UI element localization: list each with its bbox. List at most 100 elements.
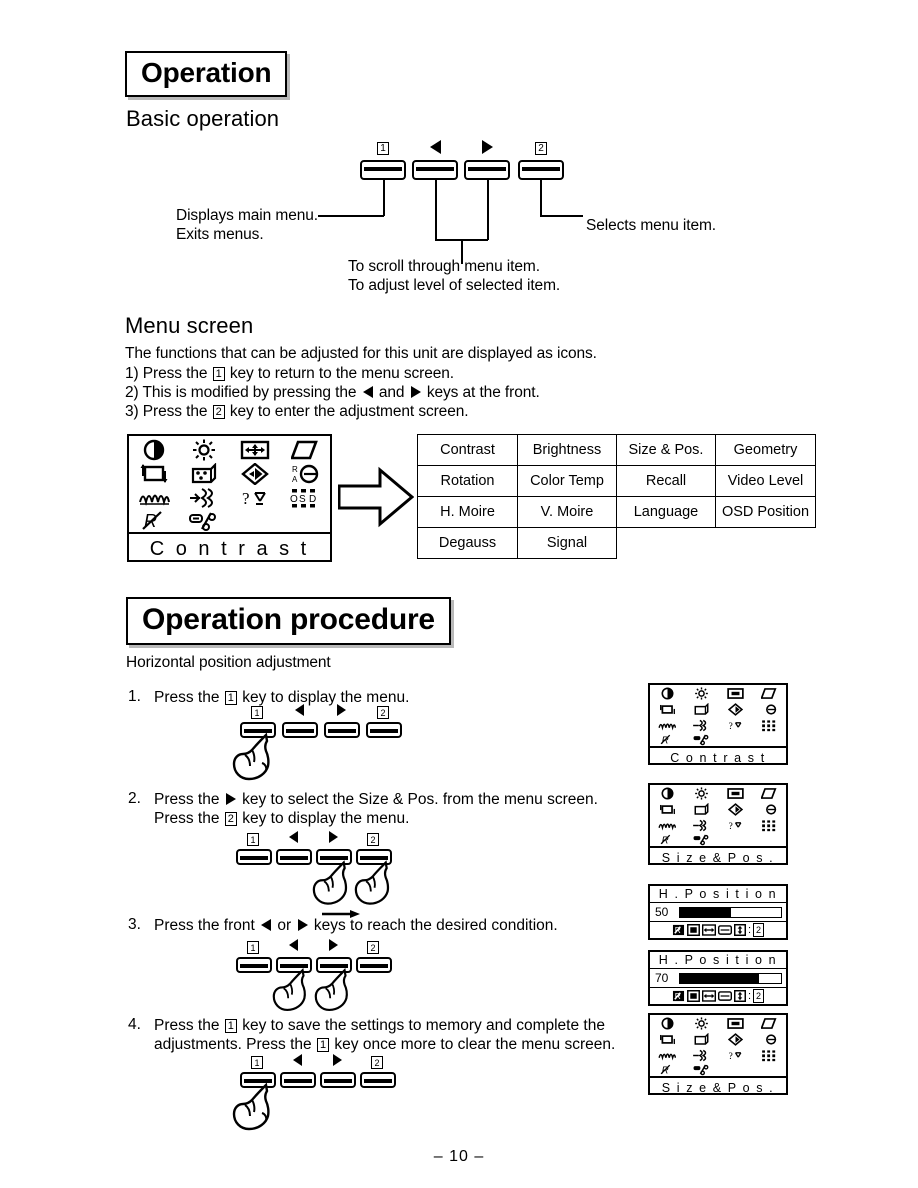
button-1[interactable] [360, 160, 406, 180]
h-position-small-icon[interactable] [686, 924, 700, 936]
adjust-panel-footer-icons: R : 2 [650, 921, 786, 938]
video-level-icon[interactable]: RA [290, 463, 320, 485]
rotation-icon[interactable] [139, 463, 169, 485]
table-cell[interactable]: Brightness [517, 434, 617, 466]
step-4-button-2[interactable] [360, 1072, 396, 1088]
osd-position-icon[interactable]: O S D [290, 487, 320, 509]
step-3-label-2: 2 [356, 940, 390, 954]
button-2[interactable] [518, 160, 564, 180]
step-3-button-1[interactable] [236, 957, 272, 973]
adjust-panel-separator: : [747, 989, 752, 1002]
table-cell[interactable]: Contrast [417, 434, 518, 466]
table-cell[interactable]: Size & Pos. [616, 434, 716, 466]
button-left[interactable] [412, 160, 458, 180]
h-position-small-icon[interactable] [686, 990, 700, 1002]
table-cell[interactable]: V. Moire [517, 496, 617, 528]
step-1-button-right[interactable] [324, 722, 360, 738]
table-cell[interactable]: Video Level [715, 465, 816, 497]
adjust-panel-title: H . P o s i t i o n [650, 886, 786, 903]
v-position-small-icon[interactable] [717, 990, 732, 1002]
result-panel-contrast[interactable]: ? R C o n t r a s t [648, 683, 788, 765]
table-cell[interactable]: Rotation [417, 465, 518, 497]
horizontal-position-heading: Horizontal position adjustment [126, 654, 331, 671]
degauss-small-icon[interactable]: R [672, 924, 685, 936]
step-4-button-row: 1 2 [232, 1054, 430, 1131]
contrast-icon [660, 1017, 675, 1030]
adjust-panel-slider[interactable] [679, 972, 782, 984]
geometry-icon[interactable] [290, 439, 319, 461]
adjust-panel-slider-fill [680, 973, 759, 983]
step-4-label-1: 1 [240, 1055, 274, 1069]
step-2-number: 2. [128, 790, 141, 807]
degauss-icon[interactable]: R [141, 510, 167, 532]
contrast-icon[interactable] [141, 439, 167, 461]
table-cell[interactable]: Language [616, 496, 716, 528]
key-right-icon [297, 919, 308, 931]
adjust-panel-h-position-70[interactable]: H . P o s i t i o n 70 R : 2 [648, 950, 788, 1006]
v-size-small-icon[interactable] [733, 924, 746, 936]
size-and-position-icon[interactable] [240, 439, 270, 461]
button-right[interactable] [464, 160, 510, 180]
v-position-small-icon[interactable] [717, 924, 732, 936]
signal-icon[interactable] [189, 510, 219, 532]
step-1-button-2[interactable] [366, 722, 402, 738]
callout-right: Selects menu item. [586, 217, 717, 234]
color-temp-icon[interactable] [189, 463, 219, 485]
table-cell[interactable]: Geometry [715, 434, 816, 466]
osd-menu-panel[interactable]: RA ? O S D C o n t r a s t [127, 434, 332, 562]
language-icon: ? [728, 1049, 743, 1062]
h-size-small-icon[interactable] [701, 924, 716, 936]
rotation-icon [659, 803, 676, 816]
callout-center: To scroll through menu item. To adjust l… [348, 257, 560, 295]
step-2-line2: Press the 2 key to display the menu. [154, 809, 598, 828]
table-cell[interactable]: Signal [517, 527, 617, 559]
step-4-line2-a: adjustments. Press the [154, 1036, 312, 1053]
brightness-icon [694, 787, 709, 800]
triangle-right-icon [336, 704, 346, 716]
degauss-small-icon[interactable]: R [672, 990, 685, 1002]
v-size-small-icon[interactable] [733, 990, 746, 1002]
triangle-left-icon [429, 140, 441, 154]
triangle-right-icon [481, 140, 493, 154]
step-3-button-row: 1 2 [236, 939, 426, 1015]
triangle-left-icon [288, 831, 298, 843]
step-4-line2-b: key once more to clear the menu screen. [334, 1036, 616, 1053]
key-2-icon: 2 [753, 923, 765, 937]
step-3-line1-mid: or [277, 917, 292, 934]
step-3-label-1: 1 [236, 940, 270, 954]
result-panel-size-pos-2[interactable]: ? R S i z e & P o s . [648, 1013, 788, 1095]
button-label-right [464, 140, 510, 157]
h-size-small-icon[interactable] [701, 990, 716, 1002]
step-2-button-1[interactable] [236, 849, 272, 865]
step-1-label-1: 1 [240, 705, 274, 719]
v-moire-icon [692, 719, 710, 732]
step-4-button-right[interactable] [320, 1072, 356, 1088]
brightness-icon[interactable] [191, 439, 217, 461]
step-2-button-left[interactable] [276, 849, 312, 865]
v-moire-icon[interactable] [188, 487, 220, 509]
result-panel-size-pos-1[interactable]: ? R S i z e & P o s . [648, 783, 788, 865]
table-cell-empty [716, 528, 816, 559]
result-panel-label: C o n t r a s t [650, 746, 786, 768]
adjust-panel-slider[interactable] [679, 906, 782, 918]
step-1-label-2: 2 [366, 705, 400, 719]
table-cell[interactable]: Degauss [417, 527, 518, 559]
table-cell[interactable]: Color Temp [517, 465, 617, 497]
svg-text:R: R [675, 991, 681, 1001]
recall-icon [727, 803, 743, 816]
recall-icon[interactable] [240, 463, 269, 485]
table-cell[interactable]: Recall [616, 465, 716, 497]
h-moire-icon [658, 719, 676, 732]
step-1-button-row: 1 2 [232, 704, 420, 785]
table-cell[interactable]: H. Moire [417, 496, 518, 528]
function-table-body: Contrast Brightness Size & Pos. Geometry… [417, 434, 816, 559]
step-4-number: 4. [128, 1016, 141, 1033]
table-cell[interactable]: OSD Position [715, 496, 816, 528]
h-moire-icon[interactable] [138, 487, 171, 509]
leader-line-left [435, 180, 437, 240]
adjust-panel-h-position-50[interactable]: H . P o s i t i o n 50 R : 2 [648, 884, 788, 940]
language-icon[interactable]: ? [241, 487, 269, 509]
geometry-icon [761, 687, 777, 700]
table-row: Degauss Signal [417, 527, 816, 559]
osd-icon-grid: RA ? O S D [129, 436, 330, 532]
